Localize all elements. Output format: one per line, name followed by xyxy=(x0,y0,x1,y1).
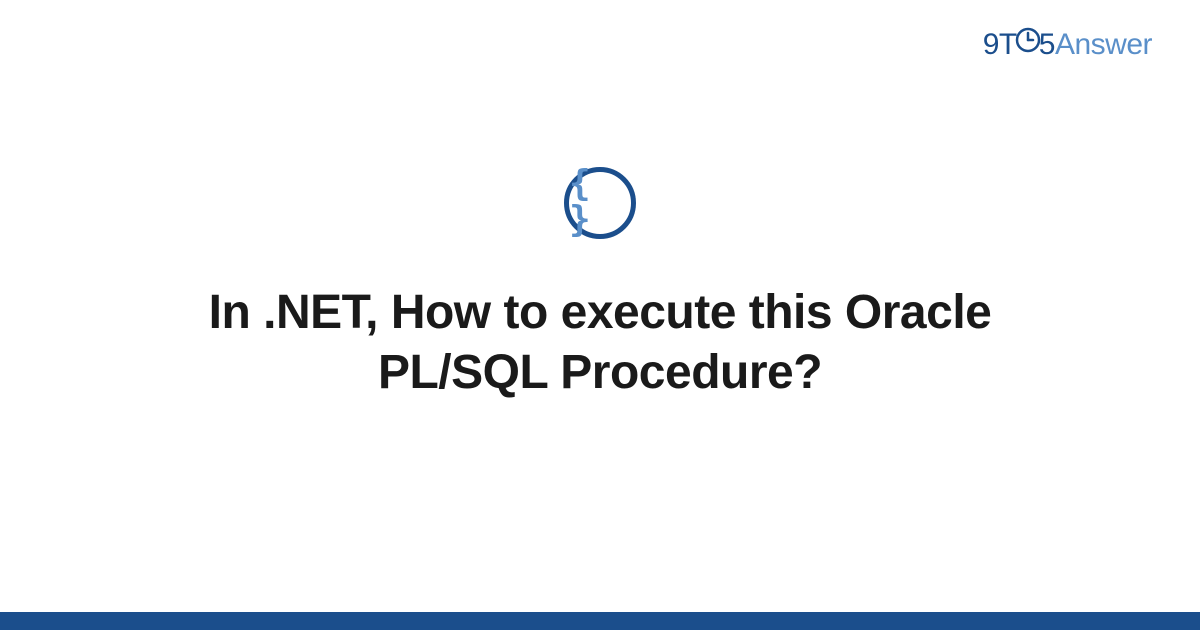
page-title: In .NET, How to execute this Oracle PL/S… xyxy=(150,283,1050,403)
braces-icon: { } xyxy=(569,166,631,238)
footer-accent-bar xyxy=(0,612,1200,630)
category-icon-wrap: { } xyxy=(564,167,636,239)
code-icon: { } xyxy=(564,167,636,239)
main-content: { } In .NET, How to execute this Oracle … xyxy=(0,0,1200,630)
